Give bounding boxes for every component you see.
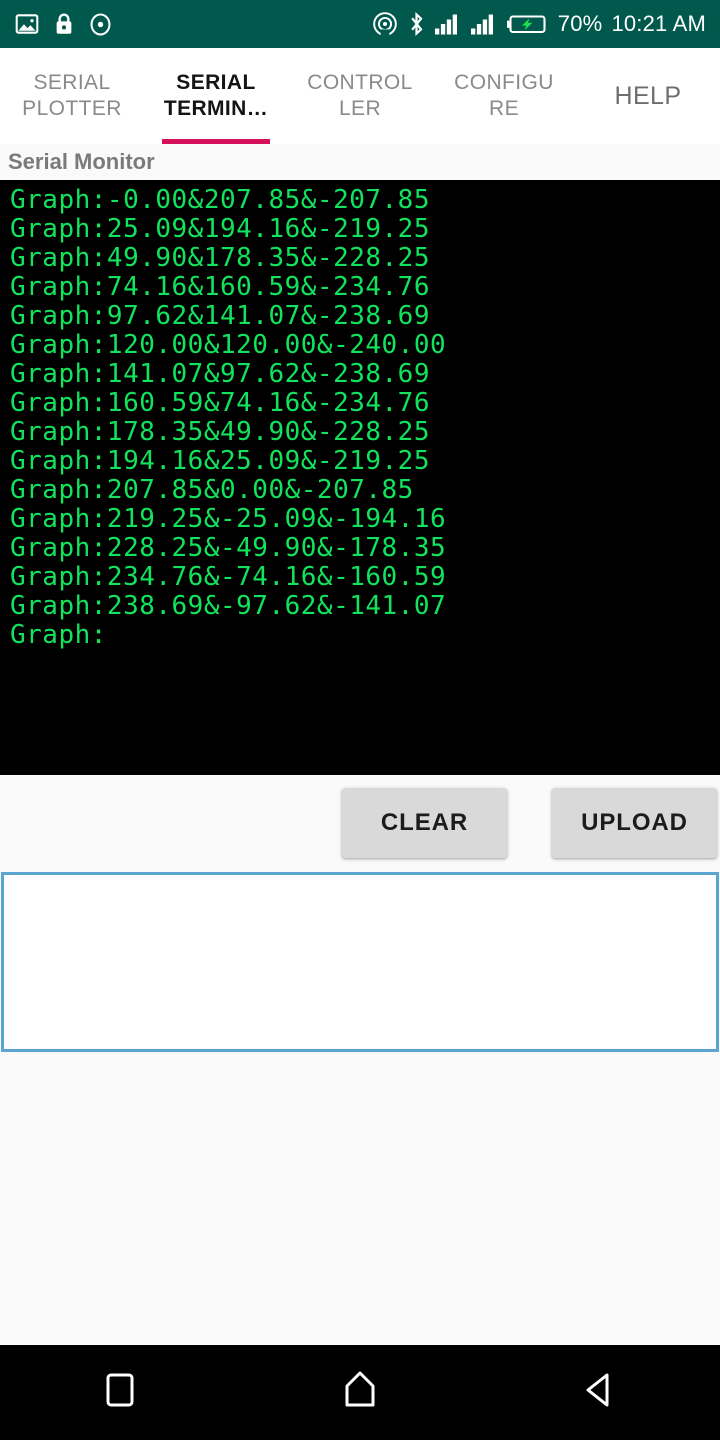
tab-controller[interactable]: CONTROL LER: [288, 48, 432, 144]
terminal-line: Graph:-0.00&207.85&-207.85: [10, 185, 430, 215]
terminal-line: Graph:97.62&141.07&-238.69: [10, 301, 430, 331]
back-button[interactable]: [540, 1345, 660, 1440]
signal-bars-sim2-icon: [470, 13, 498, 35]
upload-button[interactable]: UPLOAD: [552, 788, 717, 858]
serial-monitor-header: Serial Monitor: [0, 144, 720, 180]
tab-label: SERIAL PLOTTER: [22, 71, 122, 120]
battery-percent-label: 70%: [557, 11, 603, 36]
square-recents-icon: [104, 1371, 136, 1414]
tab-label: SERIAL TERMIN…: [163, 71, 269, 120]
terminal-line: Graph:228.25&-49.90&-178.35: [10, 533, 447, 563]
terminal-line: Graph:178.35&49.90&-228.25: [10, 417, 430, 447]
tab-label: CONTROL LER: [307, 71, 413, 120]
battery-charging-icon: [506, 12, 549, 36]
serial-monitor-output[interactable]: Graph:-0.00&207.85&-207.85 Graph:25.09&19…: [0, 180, 720, 775]
page-background-filler: [0, 1052, 720, 1345]
app-root: 70% 10:21 AM SERIAL PLOTTER SERIAL TERMI…: [0, 0, 720, 1440]
terminal-line: Graph:: [10, 620, 107, 650]
tab-label: CONFIGU RE: [454, 71, 554, 120]
tab-bar: SERIAL PLOTTER SERIAL TERMIN… CONTROL LE…: [0, 48, 720, 144]
tab-help[interactable]: HELP: [576, 48, 720, 144]
terminal-line: Graph:234.76&-74.16&-160.59: [10, 562, 447, 592]
send-message-input[interactable]: [1, 872, 719, 1052]
serial-monitor-title: Serial Monitor: [8, 149, 155, 174]
home-button[interactable]: [300, 1345, 420, 1440]
tab-label: HELP: [614, 82, 682, 110]
clear-button[interactable]: CLEAR: [342, 788, 507, 858]
terminal-line: Graph:160.59&74.16&-234.76: [10, 388, 430, 418]
status-bar-left-icons: [14, 11, 113, 37]
terminal-line: Graph:141.07&97.62&-238.69: [10, 359, 430, 389]
lock-icon: [53, 11, 75, 37]
home-icon: [343, 1370, 377, 1415]
android-nav-bar: [0, 1345, 720, 1440]
tab-serial-plotter[interactable]: SERIAL PLOTTER: [0, 48, 144, 144]
terminal-line: Graph:25.09&194.16&-219.25: [10, 214, 430, 244]
action-button-row: CLEAR UPLOAD: [0, 775, 720, 870]
record-circle-icon: [88, 12, 113, 37]
terminal-line: Graph:49.90&178.35&-228.25: [10, 243, 430, 273]
terminal-line: Graph:194.16&25.09&-219.25: [10, 446, 430, 476]
recents-button[interactable]: [60, 1345, 180, 1440]
clock-label: 10:21 AM: [611, 11, 706, 36]
image-icon: [14, 11, 40, 37]
tab-configure[interactable]: CONFIGU RE: [432, 48, 576, 144]
back-triangle-icon: [583, 1370, 617, 1415]
status-bar: 70% 10:21 AM: [0, 0, 720, 48]
hotspot-icon: [372, 11, 398, 37]
terminal-line: Graph:207.85&0.00&-207.85: [10, 475, 414, 505]
terminal-line: Graph:74.16&160.59&-234.76: [10, 272, 430, 302]
terminal-line: Graph:238.69&-97.62&-141.07: [10, 591, 447, 621]
bluetooth-icon: [407, 11, 426, 37]
terminal-line: Graph:219.25&-25.09&-194.16: [10, 504, 447, 534]
signal-bars-sim1-icon: [434, 13, 462, 35]
status-bar-right-icons: 70% 10:21 AM: [372, 11, 706, 37]
tab-serial-terminal[interactable]: SERIAL TERMIN…: [144, 48, 288, 144]
terminal-line: Graph:120.00&120.00&-240.00: [10, 330, 447, 360]
